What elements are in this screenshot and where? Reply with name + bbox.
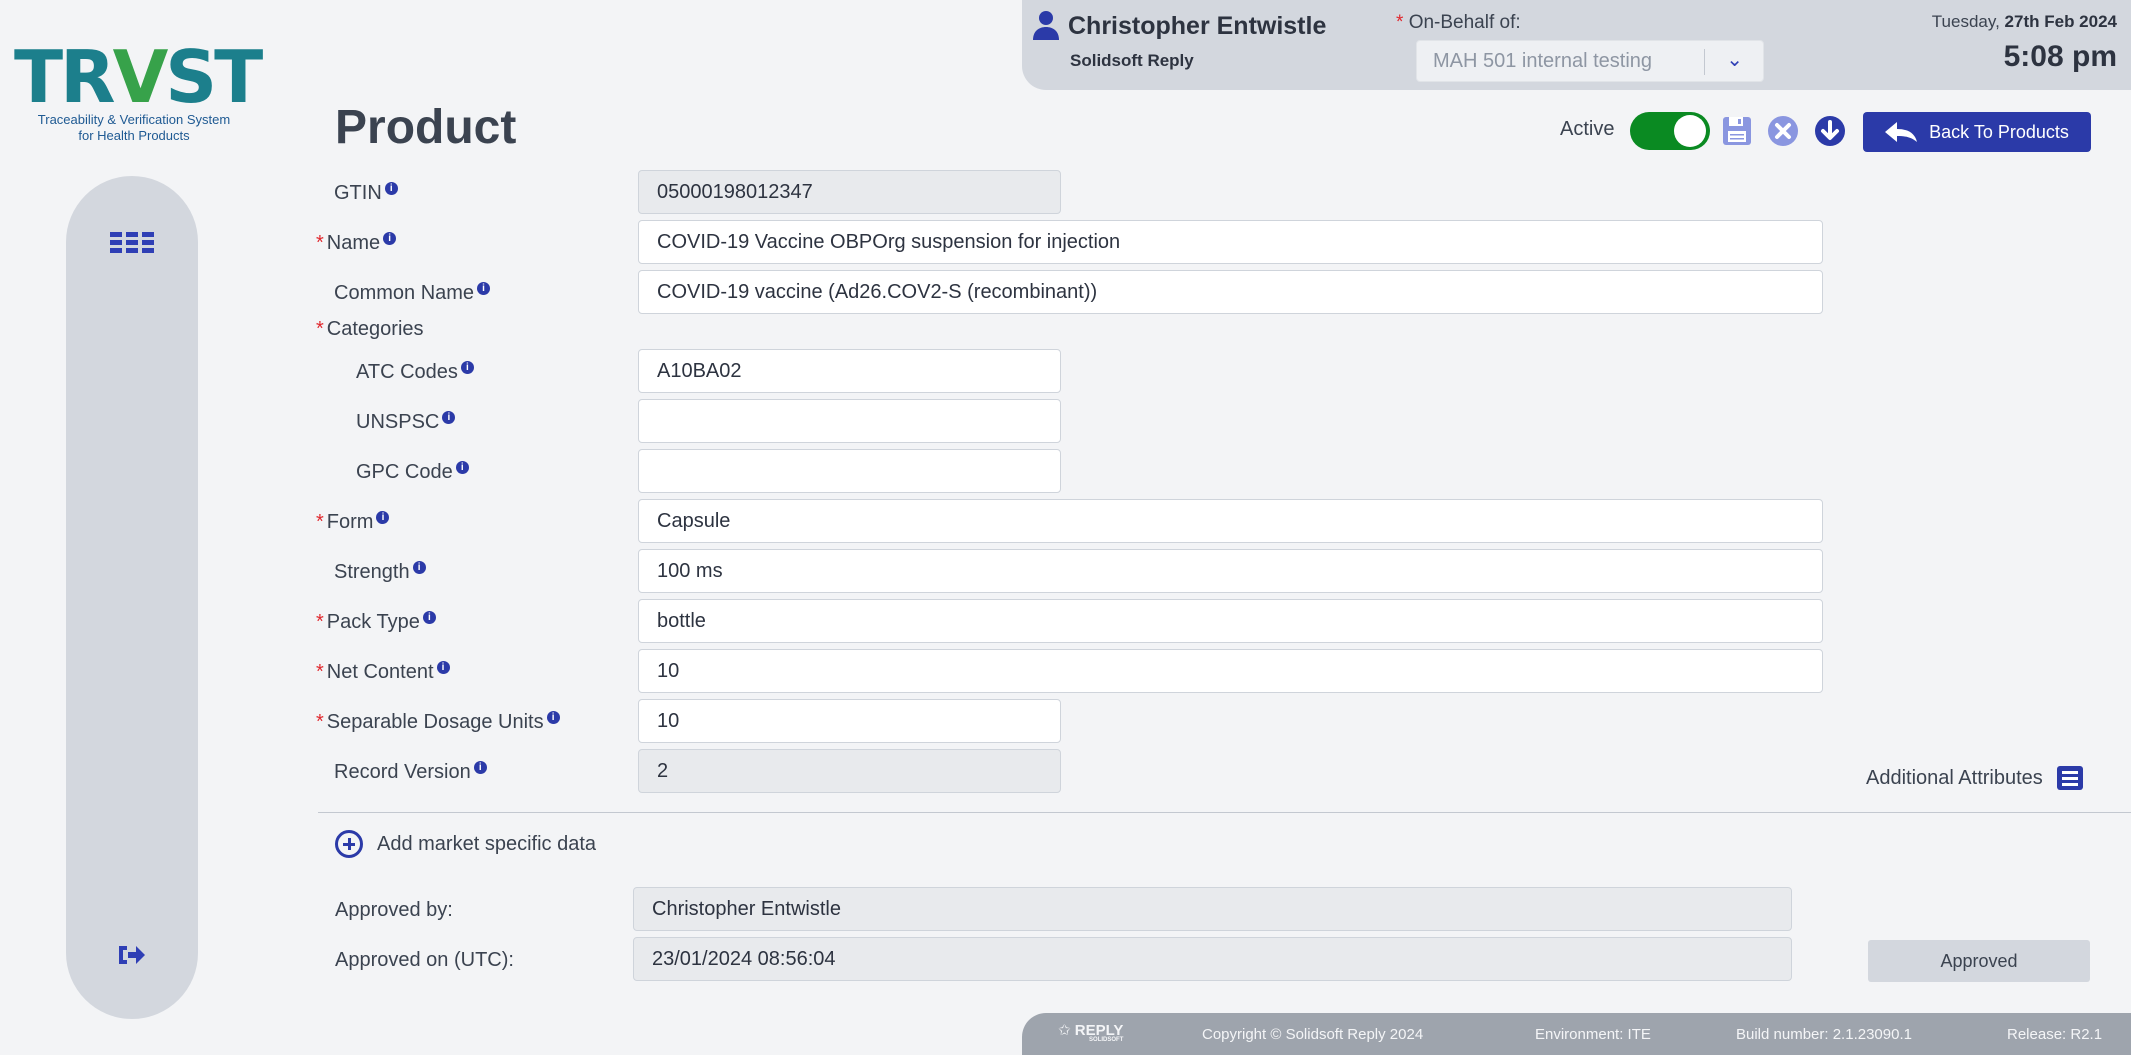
release-text: Release: R2.1 xyxy=(2007,1026,2103,1043)
user-icon xyxy=(1033,11,1059,40)
gtin-field: 05000198012347 xyxy=(638,170,1061,214)
name-field[interactable]: COVID-19 Vaccine OBPOrg suspension for i… xyxy=(638,220,1823,264)
active-toggle[interactable] xyxy=(1630,112,1710,150)
logo-subtitle: Traceability & Verification System for H… xyxy=(37,112,231,143)
build-number-text: Build number: 2.1.23090.1 xyxy=(1736,1026,1912,1043)
current-date: Tuesday, 27th Feb 2024 xyxy=(1931,12,2117,31)
common-name-field[interactable]: COVID-19 vaccine (Ad26.COV2-S (recombina… xyxy=(638,270,1823,314)
divider xyxy=(318,812,2131,813)
chevron-down-icon: ⌄ xyxy=(1726,49,1743,71)
net-content-field[interactable]: 10 xyxy=(638,649,1823,693)
sidebar xyxy=(66,176,198,1019)
gpc-field[interactable] xyxy=(638,449,1061,493)
user-organisation: Solidsoft Reply xyxy=(1070,51,1194,70)
common-name-label: Common Name i xyxy=(334,282,491,305)
atc-label: ATC Codes i xyxy=(356,361,474,384)
strength-field[interactable]: 100 ms xyxy=(638,549,1823,593)
info-icon: i xyxy=(473,761,487,775)
save-icon[interactable] xyxy=(1720,114,1754,148)
approved-on-label: Approved on (UTC): xyxy=(335,949,514,971)
record-version-field: 2 xyxy=(638,749,1061,793)
additional-attributes-link[interactable]: Additional Attributes xyxy=(1866,766,2083,790)
list-icon xyxy=(2056,766,2083,790)
info-icon: i xyxy=(442,411,456,425)
gtin-label: GTIN i xyxy=(334,182,398,205)
gpc-label: GPC Code i xyxy=(356,461,469,484)
logo-wordmark: TRVST xyxy=(14,35,263,119)
user-panel: Christopher Entwistle Solidsoft Reply * … xyxy=(1022,0,2131,90)
info-icon: i xyxy=(546,711,560,725)
info-icon: i xyxy=(376,511,390,525)
add-market-data-button[interactable]: Add market specific data xyxy=(335,830,596,858)
strength-label: Strength i xyxy=(334,561,426,584)
info-icon: i xyxy=(422,611,436,625)
categories-label: * Categories xyxy=(316,318,424,340)
menu-icon[interactable] xyxy=(110,232,154,256)
name-label: * Name i xyxy=(316,232,397,255)
approved-by-label: Approved by: xyxy=(335,899,453,921)
pack-type-field[interactable]: bottle xyxy=(638,599,1823,643)
cancel-icon[interactable] xyxy=(1766,114,1800,148)
trvst-logo: TRVST Traceability & Verification System… xyxy=(14,35,263,144)
current-time: 5:08 pm xyxy=(2003,40,2117,73)
net-content-label: * Net Content i xyxy=(316,661,450,684)
on-behalf-select[interactable]: MAH 501 internal testing ⌄ xyxy=(1416,40,1764,82)
pack-type-label: * Pack Type i xyxy=(316,611,436,634)
info-icon: i xyxy=(477,282,491,296)
user-name: Christopher Entwistle xyxy=(1068,12,1327,40)
on-behalf-label: * On-Behalf of: xyxy=(1396,12,1521,33)
environment-text: Environment: ITE xyxy=(1535,1026,1651,1043)
unspsc-label: UNSPSC i xyxy=(356,411,456,434)
download-icon[interactable] xyxy=(1813,114,1847,148)
unspsc-field[interactable] xyxy=(638,399,1061,443)
copyright-text: Copyright © Solidsoft Reply 2024 xyxy=(1202,1026,1424,1043)
info-icon: i xyxy=(460,361,474,375)
info-icon: i xyxy=(383,232,397,246)
separable-dosage-units-label: * Separable Dosage Units i xyxy=(316,711,560,734)
atc-field[interactable]: A10BA02 xyxy=(638,349,1061,393)
reply-logo: ✩ REPLY SOLIDSOFT xyxy=(1058,1022,1124,1043)
page-title: Product xyxy=(335,101,517,154)
info-icon: i xyxy=(412,561,426,575)
approved-by-field: Christopher Entwistle xyxy=(633,887,1792,931)
info-icon: i xyxy=(436,661,450,675)
separable-dosage-units-field[interactable]: 10 xyxy=(638,699,1061,743)
active-label: Active xyxy=(1560,118,1615,140)
info-icon: i xyxy=(384,182,398,196)
info-icon: i xyxy=(455,461,469,475)
footer: ✩ REPLY SOLIDSOFT Copyright © Solidsoft R… xyxy=(1022,1013,2131,1055)
plus-circle-icon xyxy=(335,830,363,858)
form-field[interactable]: Capsule xyxy=(638,499,1823,543)
form-label: * Form i xyxy=(316,511,390,534)
logout-icon[interactable] xyxy=(116,942,146,975)
record-version-label: Record Version i xyxy=(334,761,487,784)
reply-arrow-icon xyxy=(1885,122,1918,142)
approved-status-button[interactable]: Approved xyxy=(1868,940,2090,982)
back-to-products-button[interactable]: Back To Products xyxy=(1863,112,2091,152)
approved-on-field: 23/01/2024 08:56:04 xyxy=(633,937,1792,981)
